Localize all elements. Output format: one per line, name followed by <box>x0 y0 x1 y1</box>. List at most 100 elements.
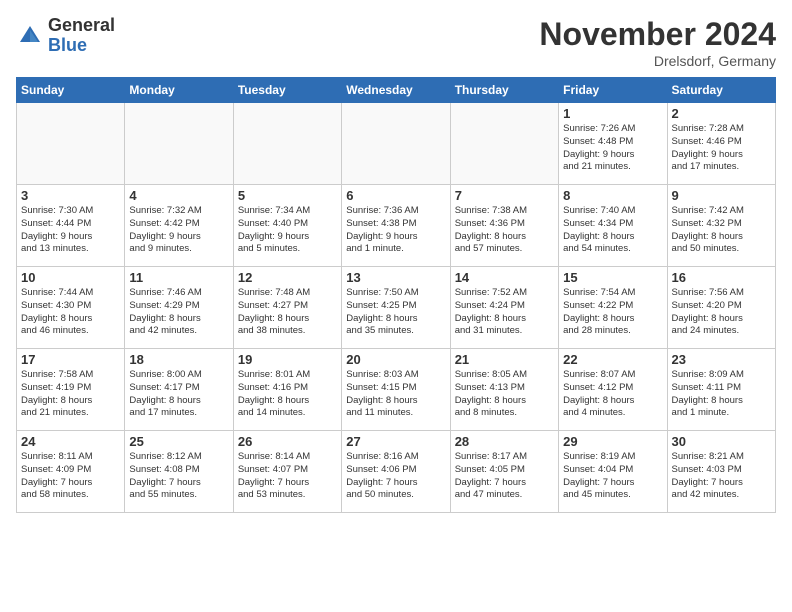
day-info: Sunrise: 7:40 AM Sunset: 4:34 PM Dayligh… <box>563 205 662 256</box>
day-number: 16 <box>672 270 771 285</box>
day-number: 12 <box>238 270 337 285</box>
day-number: 28 <box>455 434 554 449</box>
day-info: Sunrise: 8:09 AM Sunset: 4:11 PM Dayligh… <box>672 369 771 420</box>
day-number: 20 <box>346 352 445 367</box>
calendar-cell: 30 Sunrise: 8:21 AM Sunset: 4:03 PM Dayli… <box>667 431 775 513</box>
day-info: Sunrise: 7:42 AM Sunset: 4:32 PM Dayligh… <box>672 205 771 256</box>
day-info: Sunrise: 8:17 AM Sunset: 4:05 PM Dayligh… <box>455 451 554 502</box>
location: Drelsdorf, Germany <box>539 53 776 69</box>
day-number: 30 <box>672 434 771 449</box>
month-title: November 2024 <box>539 16 776 53</box>
calendar-cell: 21 Sunrise: 8:05 AM Sunset: 4:13 PM Dayli… <box>450 349 558 431</box>
calendar-week-0: 1Sunrise: 7:26 AM Sunset: 4:48 PM Daylig… <box>17 103 776 185</box>
day-number: 19 <box>238 352 337 367</box>
day-number: 22 <box>563 352 662 367</box>
calendar-cell: 13Sunrise: 7:50 AM Sunset: 4:25 PM Dayli… <box>342 267 450 349</box>
page: General Blue November 2024 Drelsdorf, Ge… <box>0 0 792 612</box>
day-info: Sunrise: 8:19 AM Sunset: 4:04 PM Dayligh… <box>563 451 662 502</box>
calendar-cell <box>342 103 450 185</box>
calendar-cell: 18 Sunrise: 8:00 AM Sunset: 4:17 PM Dayli… <box>125 349 233 431</box>
calendar-cell: 17 Sunrise: 7:58 AM Sunset: 4:19 PM Dayli… <box>17 349 125 431</box>
day-info: Sunrise: 7:50 AM Sunset: 4:25 PM Dayligh… <box>346 287 445 338</box>
header-tuesday: Tuesday <box>233 78 341 103</box>
header-saturday: Saturday <box>667 78 775 103</box>
day-info: Sunrise: 7:58 AM Sunset: 4:19 PM Dayligh… <box>21 369 120 420</box>
logo-text: General Blue <box>48 16 115 56</box>
calendar-cell: 7Sunrise: 7:38 AM Sunset: 4:36 PM Daylig… <box>450 185 558 267</box>
day-info: Sunrise: 7:38 AM Sunset: 4:36 PM Dayligh… <box>455 205 554 256</box>
calendar-cell: 15 Sunrise: 7:54 AM Sunset: 4:22 PM Dayli… <box>559 267 667 349</box>
header: General Blue November 2024 Drelsdorf, Ge… <box>16 16 776 69</box>
weekday-header-row: Sunday Monday Tuesday Wednesday Thursday… <box>17 78 776 103</box>
calendar-cell: 6 Sunrise: 7:36 AM Sunset: 4:38 PM Daylig… <box>342 185 450 267</box>
logo-general: General <box>48 16 115 36</box>
day-number: 29 <box>563 434 662 449</box>
header-wednesday: Wednesday <box>342 78 450 103</box>
calendar-cell: 25 Sunrise: 8:12 AM Sunset: 4:08 PM Dayli… <box>125 431 233 513</box>
calendar-cell: 12 Sunrise: 7:48 AM Sunset: 4:27 PM Dayli… <box>233 267 341 349</box>
calendar-cell: 27Sunrise: 8:16 AM Sunset: 4:06 PM Dayli… <box>342 431 450 513</box>
calendar-cell: 3 Sunrise: 7:30 AM Sunset: 4:44 PM Daylig… <box>17 185 125 267</box>
header-sunday: Sunday <box>17 78 125 103</box>
calendar-cell: 16 Sunrise: 7:56 AM Sunset: 4:20 PM Dayli… <box>667 267 775 349</box>
day-info: Sunrise: 7:48 AM Sunset: 4:27 PM Dayligh… <box>238 287 337 338</box>
day-number: 26 <box>238 434 337 449</box>
calendar-cell: 23Sunrise: 8:09 AM Sunset: 4:11 PM Dayli… <box>667 349 775 431</box>
day-number: 8 <box>563 188 662 203</box>
calendar-cell: 1Sunrise: 7:26 AM Sunset: 4:48 PM Daylig… <box>559 103 667 185</box>
calendar-cell <box>17 103 125 185</box>
calendar-cell <box>233 103 341 185</box>
day-info: Sunrise: 7:36 AM Sunset: 4:38 PM Dayligh… <box>346 205 445 256</box>
day-number: 5 <box>238 188 337 203</box>
calendar-cell: 26Sunrise: 8:14 AM Sunset: 4:07 PM Dayli… <box>233 431 341 513</box>
day-number: 3 <box>21 188 120 203</box>
day-info: Sunrise: 8:11 AM Sunset: 4:09 PM Dayligh… <box>21 451 120 502</box>
calendar-cell: 9 Sunrise: 7:42 AM Sunset: 4:32 PM Daylig… <box>667 185 775 267</box>
day-number: 15 <box>563 270 662 285</box>
calendar-table: Sunday Monday Tuesday Wednesday Thursday… <box>16 77 776 513</box>
day-number: 6 <box>346 188 445 203</box>
day-info: Sunrise: 8:05 AM Sunset: 4:13 PM Dayligh… <box>455 369 554 420</box>
calendar-cell: 4Sunrise: 7:32 AM Sunset: 4:42 PM Daylig… <box>125 185 233 267</box>
calendar-cell: 14Sunrise: 7:52 AM Sunset: 4:24 PM Dayli… <box>450 267 558 349</box>
day-number: 17 <box>21 352 120 367</box>
day-info: Sunrise: 7:54 AM Sunset: 4:22 PM Dayligh… <box>563 287 662 338</box>
header-friday: Friday <box>559 78 667 103</box>
day-info: Sunrise: 8:00 AM Sunset: 4:17 PM Dayligh… <box>129 369 228 420</box>
calendar-cell <box>125 103 233 185</box>
calendar-cell: 5 Sunrise: 7:34 AM Sunset: 4:40 PM Daylig… <box>233 185 341 267</box>
logo-blue: Blue <box>48 36 115 56</box>
day-info: Sunrise: 7:56 AM Sunset: 4:20 PM Dayligh… <box>672 287 771 338</box>
day-info: Sunrise: 7:28 AM Sunset: 4:46 PM Dayligh… <box>672 123 771 174</box>
day-info: Sunrise: 7:52 AM Sunset: 4:24 PM Dayligh… <box>455 287 554 338</box>
day-number: 21 <box>455 352 554 367</box>
header-thursday: Thursday <box>450 78 558 103</box>
calendar-cell: 8 Sunrise: 7:40 AM Sunset: 4:34 PM Daylig… <box>559 185 667 267</box>
calendar-cell: 22Sunrise: 8:07 AM Sunset: 4:12 PM Dayli… <box>559 349 667 431</box>
calendar-week-3: 17 Sunrise: 7:58 AM Sunset: 4:19 PM Dayli… <box>17 349 776 431</box>
calendar-cell: 10Sunrise: 7:44 AM Sunset: 4:30 PM Dayli… <box>17 267 125 349</box>
day-info: Sunrise: 7:34 AM Sunset: 4:40 PM Dayligh… <box>238 205 337 256</box>
header-monday: Monday <box>125 78 233 103</box>
day-info: Sunrise: 8:03 AM Sunset: 4:15 PM Dayligh… <box>346 369 445 420</box>
calendar-cell <box>450 103 558 185</box>
calendar-week-2: 10Sunrise: 7:44 AM Sunset: 4:30 PM Dayli… <box>17 267 776 349</box>
calendar-cell: 28 Sunrise: 8:17 AM Sunset: 4:05 PM Dayli… <box>450 431 558 513</box>
logo-icon <box>16 22 44 50</box>
day-info: Sunrise: 8:01 AM Sunset: 4:16 PM Dayligh… <box>238 369 337 420</box>
day-info: Sunrise: 7:46 AM Sunset: 4:29 PM Dayligh… <box>129 287 228 338</box>
day-info: Sunrise: 8:21 AM Sunset: 4:03 PM Dayligh… <box>672 451 771 502</box>
calendar-cell: 29 Sunrise: 8:19 AM Sunset: 4:04 PM Dayli… <box>559 431 667 513</box>
calendar-cell: 2Sunrise: 7:28 AM Sunset: 4:46 PM Daylig… <box>667 103 775 185</box>
day-number: 11 <box>129 270 228 285</box>
day-info: Sunrise: 8:12 AM Sunset: 4:08 PM Dayligh… <box>129 451 228 502</box>
day-number: 18 <box>129 352 228 367</box>
calendar-week-1: 3 Sunrise: 7:30 AM Sunset: 4:44 PM Daylig… <box>17 185 776 267</box>
day-number: 24 <box>21 434 120 449</box>
day-number: 25 <box>129 434 228 449</box>
day-info: Sunrise: 7:30 AM Sunset: 4:44 PM Dayligh… <box>21 205 120 256</box>
calendar-week-4: 24 Sunrise: 8:11 AM Sunset: 4:09 PM Dayli… <box>17 431 776 513</box>
day-info: Sunrise: 8:16 AM Sunset: 4:06 PM Dayligh… <box>346 451 445 502</box>
day-info: Sunrise: 7:32 AM Sunset: 4:42 PM Dayligh… <box>129 205 228 256</box>
day-number: 9 <box>672 188 771 203</box>
